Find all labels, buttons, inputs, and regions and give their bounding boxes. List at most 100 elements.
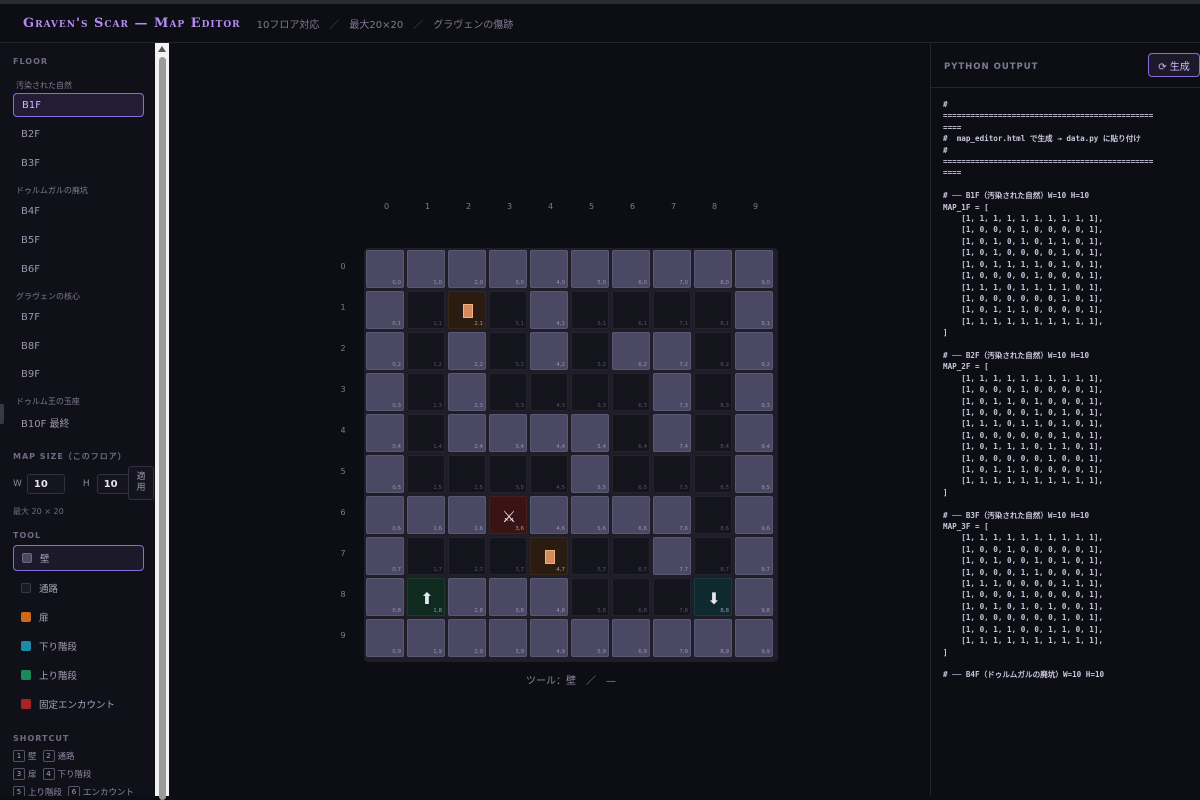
map-cell[interactable]: 2,2 xyxy=(448,332,486,370)
map-cell[interactable]: 7,2 xyxy=(653,332,691,370)
map-cell[interactable]: 9,1 xyxy=(735,291,773,329)
map-cell[interactable]: 7,0 xyxy=(653,250,691,288)
map-cell[interactable]: 5,9 xyxy=(571,619,609,657)
map-cell[interactable]: 8,1 xyxy=(694,291,732,329)
tool-encounter[interactable]: 固定エンカウント xyxy=(13,691,144,717)
map-cell[interactable]: 0,4 xyxy=(366,414,404,452)
map-cell[interactable]: 7,4 xyxy=(653,414,691,452)
map-cell[interactable]: 4,8 xyxy=(530,578,568,616)
map-cell[interactable]: 8,2 xyxy=(694,332,732,370)
floor-item-b7f[interactable]: B7F xyxy=(13,305,144,329)
map-cell[interactable]: 3,4 xyxy=(489,414,527,452)
map-cell[interactable]: 3,2 xyxy=(489,332,527,370)
map-cell[interactable]: 9,5 xyxy=(735,455,773,493)
floor-item-b8f[interactable]: B8F xyxy=(13,334,144,358)
map-cell[interactable]: 1,4 xyxy=(407,414,445,452)
map-cell[interactable]: 6,7 xyxy=(612,537,650,575)
map-cell[interactable]: 2,9 xyxy=(448,619,486,657)
map-cell[interactable]: 2,3 xyxy=(448,373,486,411)
map-cell[interactable]: 7,1 xyxy=(653,291,691,329)
map-cell[interactable]: 8,6 xyxy=(694,496,732,534)
generate-button[interactable]: ⟳ 生成 xyxy=(1148,53,1200,77)
map-cell[interactable]: 1,3 xyxy=(407,373,445,411)
map-cell[interactable]: 7,6 xyxy=(653,496,691,534)
map-cell[interactable]: 4,5 xyxy=(530,455,568,493)
map-cell[interactable]: 6,3 xyxy=(612,373,650,411)
map-cell[interactable]: 8,0 xyxy=(694,250,732,288)
map-cell[interactable]: 0,7 xyxy=(366,537,404,575)
map-cell[interactable]: 4,3 xyxy=(530,373,568,411)
map-cell[interactable]: 4,9 xyxy=(530,619,568,657)
map-cell[interactable]: 6,5 xyxy=(612,455,650,493)
tool-door[interactable]: 扉 xyxy=(13,604,144,630)
map-cell[interactable]: 0,8 xyxy=(366,578,404,616)
map-cell[interactable]: 4,2 xyxy=(530,332,568,370)
panel-resize-handle[interactable] xyxy=(0,404,4,424)
map-cell[interactable]: ⬆ 1,8 xyxy=(407,578,445,616)
map-cell[interactable]: 5,8 xyxy=(571,578,609,616)
map-cell[interactable]: 0,3 xyxy=(366,373,404,411)
map-cell[interactable]: 6,9 xyxy=(612,619,650,657)
width-input[interactable]: 10 xyxy=(26,474,65,494)
map-cell[interactable]: 1,7 xyxy=(407,537,445,575)
map-cell[interactable]: 6,4 xyxy=(612,414,650,452)
map-cell[interactable]: 3,9 xyxy=(489,619,527,657)
map-cell[interactable]: 1,9 xyxy=(407,619,445,657)
map-cell[interactable]: 2,7 xyxy=(448,537,486,575)
map-cell[interactable]: 8,7 xyxy=(694,537,732,575)
map-cell[interactable]: 9,3 xyxy=(735,373,773,411)
tool-stairs-up[interactable]: 上り階段 xyxy=(13,662,144,688)
map-cell[interactable]: 5,2 xyxy=(571,332,609,370)
map-cell[interactable]: 4,0 xyxy=(530,250,568,288)
map-cell[interactable]: 9,9 xyxy=(735,619,773,657)
map-cell[interactable]: ⬇ 8,8 xyxy=(694,578,732,616)
floor-item-b6f[interactable]: B6F xyxy=(13,257,144,281)
map-cell[interactable]: 2,8 xyxy=(448,578,486,616)
map-cell[interactable]: 5,4 xyxy=(571,414,609,452)
map-cell[interactable]: 5,7 xyxy=(571,537,609,575)
sidebar-scrollbar[interactable] xyxy=(155,43,169,800)
map-cell[interactable]: 2,4 xyxy=(448,414,486,452)
map-cell[interactable]: 5,6 xyxy=(571,496,609,534)
map-cell[interactable]: 7,8 xyxy=(653,578,691,616)
map-cell[interactable]: 0,2 xyxy=(366,332,404,370)
map-cell[interactable]: 9,8 xyxy=(735,578,773,616)
map-cell[interactable]: 1,2 xyxy=(407,332,445,370)
map-cell[interactable]: 2,0 xyxy=(448,250,486,288)
map-cell[interactable]: 2,1 xyxy=(448,291,486,329)
map-cell[interactable]: 0,0 xyxy=(366,250,404,288)
map-cell[interactable]: 1,1 xyxy=(407,291,445,329)
floor-item-b9f[interactable]: B9F xyxy=(13,362,144,386)
map-cell[interactable]: 0,9 xyxy=(366,619,404,657)
map-cell[interactable]: 4,4 xyxy=(530,414,568,452)
map-cell[interactable]: 6,8 xyxy=(612,578,650,616)
map-cell[interactable]: 3,7 xyxy=(489,537,527,575)
scroll-up-arrow-icon[interactable] xyxy=(158,46,166,52)
map-cell[interactable]: 2,6 xyxy=(448,496,486,534)
map-cell[interactable]: 3,3 xyxy=(489,373,527,411)
map-cell[interactable]: 5,1 xyxy=(571,291,609,329)
map-cell[interactable]: 3,0 xyxy=(489,250,527,288)
map-cell[interactable]: 1,6 xyxy=(407,496,445,534)
tool-stairs-down[interactable]: 下り階段 xyxy=(13,633,144,659)
map-cell[interactable]: 9,2 xyxy=(735,332,773,370)
floor-item-b2f[interactable]: B2F xyxy=(13,122,144,146)
scrollbar-thumb[interactable] xyxy=(159,57,166,800)
tool-path[interactable]: 通路 xyxy=(13,575,144,601)
map-cell[interactable]: 5,3 xyxy=(571,373,609,411)
map-cell[interactable]: ⚔ 3,6 xyxy=(489,496,527,534)
map-cell[interactable]: 5,5 xyxy=(571,455,609,493)
map-cell[interactable]: 9,4 xyxy=(735,414,773,452)
map-cell[interactable]: 4,7 xyxy=(530,537,568,575)
map-cell[interactable]: 4,1 xyxy=(530,291,568,329)
map-cell[interactable]: 9,0 xyxy=(735,250,773,288)
map-cell[interactable]: 1,0 xyxy=(407,250,445,288)
map-cell[interactable]: 3,8 xyxy=(489,578,527,616)
python-output-code[interactable]: # ======================================… xyxy=(943,99,1200,796)
floor-item-b3f[interactable]: B3F xyxy=(13,151,144,175)
floor-item-b5f[interactable]: B5F xyxy=(13,228,144,252)
map-cell[interactable]: 0,5 xyxy=(366,455,404,493)
floor-item-b4f[interactable]: B4F xyxy=(13,199,144,223)
map-cell[interactable]: 8,5 xyxy=(694,455,732,493)
map-cell[interactable]: 9,7 xyxy=(735,537,773,575)
